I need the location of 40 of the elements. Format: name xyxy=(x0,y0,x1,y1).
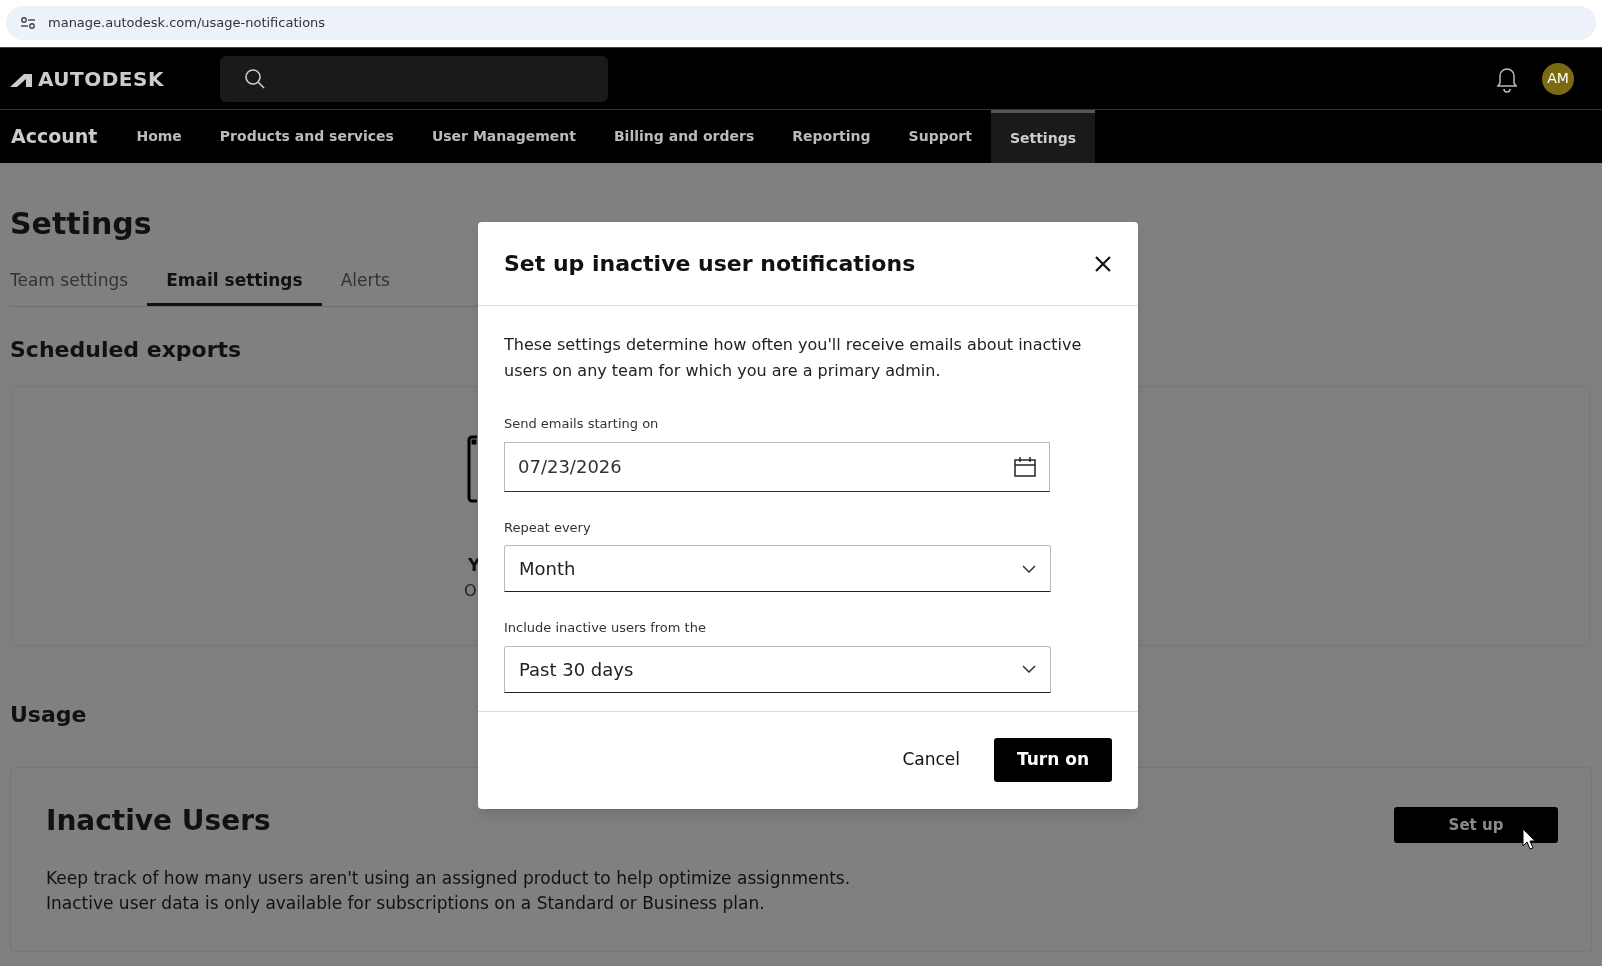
document-icon xyxy=(467,435,477,503)
empty-state-text: O xyxy=(464,580,477,602)
dropdown[interactable]: Month xyxy=(504,545,1051,592)
search-field[interactable] xyxy=(220,55,608,102)
cancel-button[interactable]: Cancel xyxy=(898,738,964,782)
cursor-icon xyxy=(1522,828,1536,850)
field-label: Include inactive users from the xyxy=(504,619,706,637)
close-icon[interactable] xyxy=(1094,254,1112,273)
page-title: Settings xyxy=(10,205,152,243)
nav-tab[interactable]: Support xyxy=(889,110,991,163)
nav-tab[interactable]: Settings xyxy=(990,110,1095,163)
card-description: Inactive user data is only available for subscriptions on a Standard or Business plan. xyxy=(46,892,765,915)
chevron-down-icon xyxy=(1022,665,1036,673)
calendar-icon[interactable] xyxy=(1014,456,1036,477)
field-label: Repeat every xyxy=(504,518,591,537)
nav-tab[interactable]: Products and services xyxy=(200,110,413,163)
search-icon xyxy=(244,67,266,90)
nav-tab[interactable]: Reporting xyxy=(773,110,890,163)
url-text: manage.autodesk.com/usage-notifications xyxy=(48,13,326,32)
dialog-description: These settings determine how often you'll receive emails about inactive users on any team for which you are a primary admin. xyxy=(504,334,1083,382)
logo-text[interactable]: AUTODESK xyxy=(38,63,164,94)
date-field[interactable]: 07/23/2026 xyxy=(504,441,1050,492)
section-heading: Scheduled exports xyxy=(10,336,242,364)
nav-tab[interactable]: Home xyxy=(117,110,201,163)
card-description: Keep track of how many users aren't using an assigned product to help optimize assignments. xyxy=(46,867,851,890)
dropdown[interactable]: Past 30 days xyxy=(504,645,1051,693)
page-tab[interactable]: Email settings xyxy=(147,268,322,306)
section-heading: Usage xyxy=(10,701,87,729)
section-title: Account xyxy=(11,124,98,150)
nav-tab[interactable]: Billing and orders xyxy=(594,110,774,163)
nav-tab[interactable]: User Management xyxy=(412,110,595,163)
chevron-down-icon xyxy=(1022,564,1036,573)
card-title: Inactive Users xyxy=(46,803,271,839)
site-settings-icon[interactable] xyxy=(20,15,36,30)
dialog-title: Set up inactive user notifications xyxy=(504,250,916,278)
turn-on-button[interactable]: Turn on xyxy=(993,738,1112,782)
user-avatar[interactable]: AM xyxy=(1542,62,1574,95)
address-bar[interactable]: manage.autodesk.com/usage-notifications xyxy=(6,5,1596,40)
set-up-button[interactable]: Set up xyxy=(1394,807,1558,843)
field-label: Send emails starting on xyxy=(504,415,659,433)
